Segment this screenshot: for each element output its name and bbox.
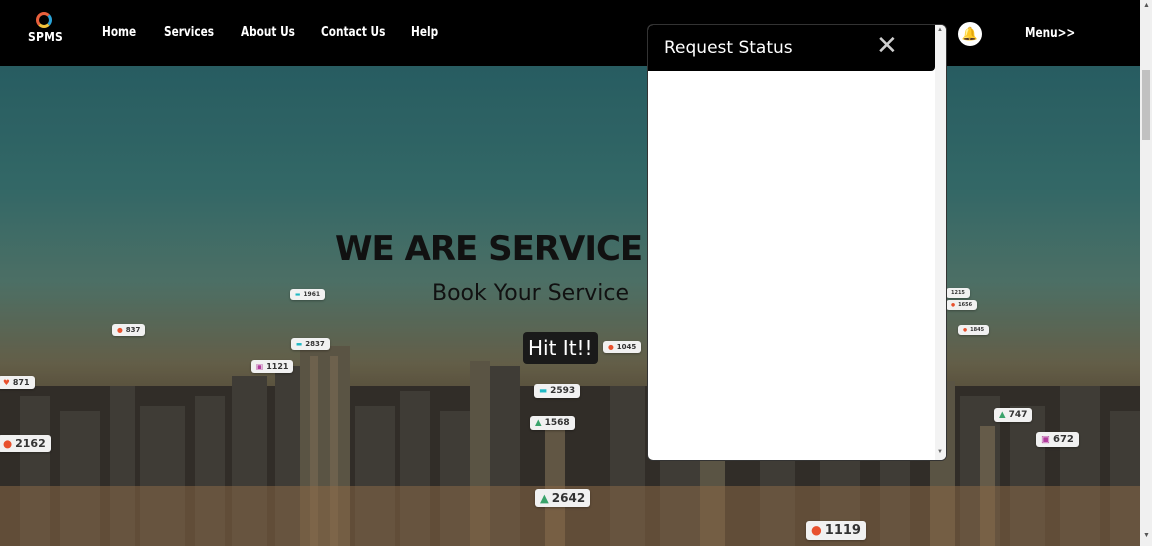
thumbs-up-icon: ▲ [999, 410, 1006, 420]
hit-it-button[interactable]: Hit It!! [523, 332, 598, 364]
scroll-down-arrow-icon[interactable]: ▼ [1143, 532, 1150, 539]
location-pin-icon: ● [608, 343, 614, 351]
social-badge: ▬ 2593 [534, 384, 581, 398]
social-badge: ♥ 871 [0, 376, 35, 389]
nav-about-link[interactable]: About Us [241, 24, 295, 40]
badge-count: 672 [1052, 434, 1074, 445]
chat-icon: ▬ [295, 292, 301, 298]
close-icon[interactable]: ✕ [876, 33, 898, 59]
nav-services-link[interactable]: Services [164, 24, 214, 40]
nav-contact-link[interactable]: Contact Us [321, 24, 385, 40]
brand-name: SPMS [28, 30, 64, 44]
camera-icon: ▣ [256, 362, 264, 371]
location-pin-icon: ● [951, 303, 956, 308]
social-badge: ● 837 [112, 324, 146, 336]
location-pin-icon: ● [3, 438, 13, 450]
thumbs-up-icon: ▲ [540, 491, 549, 505]
social-badge: ● 2162 [0, 435, 51, 452]
menu-toggle-link[interactable]: Menu>> [1025, 25, 1075, 41]
thumbs-up-icon: ▲ [535, 418, 542, 428]
scroll-down-arrow-icon[interactable]: ▼ [937, 449, 943, 455]
badge-count: 1656 [958, 302, 973, 308]
badge-count: 2162 [15, 437, 46, 450]
badge-count: 1961 [303, 291, 321, 298]
location-pin-icon: ● [811, 523, 822, 537]
badge-count: 1568 [544, 418, 570, 428]
hero-subtitle: Book Your Service [432, 281, 630, 306]
social-badge: ● 1119 [806, 521, 866, 540]
badge-count: 1045 [616, 343, 637, 351]
social-badge: ▲ 2642 [535, 489, 591, 507]
badge-count: 1119 [824, 523, 861, 538]
nav-home-link[interactable]: Home [102, 24, 136, 40]
brand-logo[interactable]: SPMS [28, 12, 64, 44]
social-badge: ● 1656 [946, 300, 978, 310]
social-badge: ▲ 1568 [530, 416, 575, 430]
camera-icon: ▣ [1041, 434, 1050, 445]
social-badge: ● 1045 [603, 341, 642, 353]
location-pin-icon: ● [963, 328, 968, 333]
hero-section: ▬ 1961 ● 837 ▬ 2837 ▣ 1121 ♥ 871 ● 1045 ▬ 2593 … [0, 66, 1140, 546]
social-badge: ● 1845 [958, 325, 990, 335]
request-status-modal: Request Status ✕ ▲ ▼ [647, 24, 947, 461]
social-badge: ▣ 672 [1036, 432, 1079, 447]
social-badge: ▬ 1961 [290, 289, 326, 300]
badge-count: 1121 [266, 362, 289, 371]
logo-ring-icon [36, 12, 52, 28]
scrollbar-thumb[interactable] [1142, 70, 1150, 140]
badge-count: 2642 [551, 491, 586, 505]
modal-header: Request Status ✕ [648, 25, 935, 71]
modal-scrollbar[interactable]: ▲ ▼ [935, 25, 946, 460]
hero-title: WE ARE SERVICE P [335, 229, 678, 269]
modal-title: Request Status [664, 38, 793, 58]
nav-help-link[interactable]: Help [411, 24, 438, 40]
social-badge: ▣ 1121 [251, 360, 294, 373]
scroll-up-arrow-icon[interactable]: ▲ [937, 27, 943, 33]
social-badge: ▲ 747 [994, 408, 1033, 422]
heart-icon: ♥ [3, 378, 10, 387]
chat-icon: ▬ [539, 386, 548, 396]
location-pin-icon: ● [117, 326, 123, 334]
badge-count: 1215 [951, 290, 965, 296]
page-scrollbar[interactable]: ▲ ▼ [1140, 0, 1152, 546]
badge-count: 1845 [970, 327, 985, 333]
chat-icon: ▬ [296, 340, 303, 348]
badge-count: 747 [1008, 410, 1028, 420]
bell-icon[interactable]: 🔔 [958, 22, 982, 46]
badge-count: 837 [125, 326, 141, 334]
badge-count: 2593 [550, 386, 576, 396]
badge-count: 871 [12, 378, 30, 387]
top-navbar: SPMS Home Services About Us Contact Us H… [0, 0, 1140, 66]
social-badge: ▬ 2837 [291, 338, 330, 350]
social-badge: 1215 [946, 288, 970, 298]
badge-count: 2837 [305, 340, 325, 348]
scroll-up-arrow-icon[interactable]: ▲ [1143, 2, 1150, 9]
